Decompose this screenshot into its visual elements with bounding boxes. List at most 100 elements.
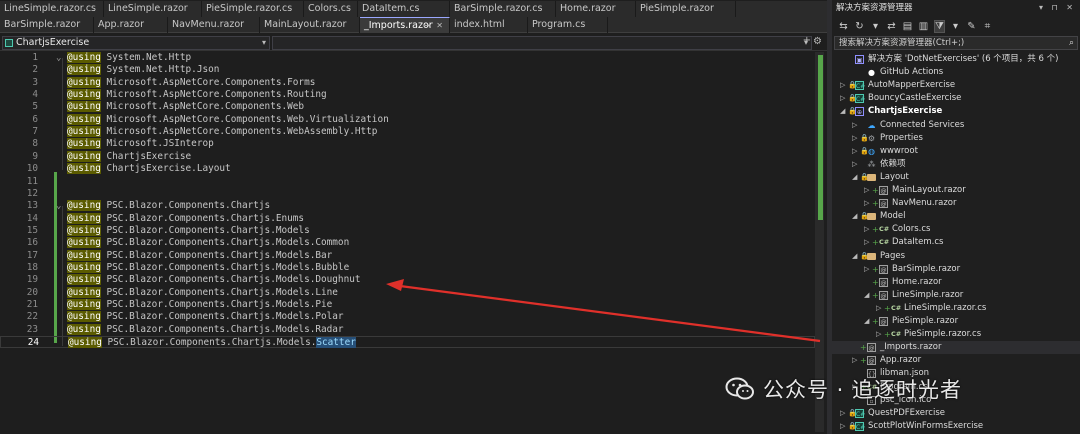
project-questpdf[interactable]: ▷ 🔒 C# QuestPDFExercise bbox=[832, 407, 1080, 420]
dependencies-node[interactable]: ▷ ⁂ 依赖项 bbox=[832, 158, 1080, 171]
project-dropdown[interactable]: ChartjsExercise ▾ bbox=[2, 36, 270, 50]
expand-arrow-icon[interactable]: ▷ bbox=[852, 354, 857, 367]
collapse-all-icon[interactable]: ▤ bbox=[902, 21, 913, 32]
document-tab[interactable]: PieSimple.razor.cs bbox=[202, 1, 304, 17]
fold-toggle-icon[interactable]: ⌄ bbox=[56, 200, 61, 212]
file-linesimple[interactable]: ◢ + @ LineSimple.razor bbox=[832, 289, 1080, 302]
code-line[interactable]: 2 @using System.Net.Http.Json bbox=[0, 64, 815, 76]
file-app[interactable]: ▷ + @ App.razor bbox=[832, 354, 1080, 367]
file-colors[interactable]: ▷ + C# Colors.cs bbox=[832, 223, 1080, 236]
expand-arrow-icon[interactable]: ▷ bbox=[864, 197, 869, 210]
code-line[interactable]: 5 @using Microsoft.AspNetCore.Components.… bbox=[0, 101, 815, 113]
document-tab[interactable]: Program.cs bbox=[528, 17, 608, 33]
file-home[interactable]: + @ Home.razor bbox=[832, 276, 1080, 289]
code-line[interactable]: 1 ⌄ @using System.Net.Http bbox=[0, 52, 815, 64]
github-actions-node[interactable]: ● GitHub Actions bbox=[832, 66, 1080, 79]
expand-arrow-icon[interactable]: ▷ bbox=[840, 92, 845, 105]
close-icon[interactable]: ✕ bbox=[436, 18, 443, 33]
explorer-search-input[interactable]: 搜索解决方案资源管理器(Ctrl+;) ⌕ bbox=[834, 36, 1078, 50]
expand-arrow-icon[interactable]: ▷ bbox=[840, 420, 845, 433]
connected-services-node[interactable]: ▷ ☁ Connected Services bbox=[832, 119, 1080, 132]
expand-arrow-icon[interactable]: ▷ bbox=[852, 158, 857, 171]
file-linesimple-cs[interactable]: ▷ + C# LineSimple.razor.cs bbox=[832, 302, 1080, 315]
code-line[interactable]: 4 @using Microsoft.AspNetCore.Components.… bbox=[0, 89, 815, 101]
code-line[interactable]: 15 @using PSC.Blazor.Components.Chartjs.M… bbox=[0, 224, 815, 237]
document-tab[interactable]: LineSimple.razor.cs bbox=[0, 1, 104, 17]
document-tab[interactable]: BarSimple.razor bbox=[0, 17, 94, 33]
code-line[interactable]: 11 bbox=[0, 176, 815, 188]
document-tab[interactable]: PieSimple.razor bbox=[636, 1, 736, 17]
show-all-files-icon[interactable]: ▥ bbox=[918, 21, 929, 32]
collapse-arrow-icon[interactable]: ◢ bbox=[840, 105, 845, 118]
document-tab[interactable]: NavMenu.razor bbox=[168, 17, 260, 33]
code-line[interactable]: 13 ⌄ @using PSC.Blazor.Components.Chartjs bbox=[0, 200, 815, 212]
code-line[interactable]: 16 @using PSC.Blazor.Components.Chartjs.M… bbox=[0, 237, 815, 249]
member-dropdown[interactable]: ▾ bbox=[272, 36, 812, 50]
expand-arrow-icon[interactable]: ▷ bbox=[864, 223, 869, 236]
collapse-arrow-icon[interactable]: ◢ bbox=[864, 315, 869, 328]
file-mainlayout[interactable]: ▷ + @ MainLayout.razor bbox=[832, 184, 1080, 197]
solution-node[interactable]: ▣ 解决方案 'DotNetExercises' (6 个项目，共 6 个) bbox=[832, 53, 1080, 66]
code-line[interactable]: 6 @using Microsoft.AspNetCore.Components.… bbox=[0, 113, 815, 126]
project-chartjs[interactable]: ◢ 🔒 ⊕ ChartjsExercise bbox=[832, 105, 1080, 118]
expand-arrow-icon[interactable]: ▷ bbox=[864, 184, 869, 197]
expand-arrow-icon[interactable]: ▷ bbox=[852, 145, 857, 158]
code-editor[interactable]: 1 ⌄ @using System.Net.Http 2 @using System.N… bbox=[0, 50, 827, 434]
properties-wrench-icon[interactable]: ✎ bbox=[966, 21, 977, 32]
filter-icon[interactable]: ⧩ bbox=[934, 19, 945, 33]
file-piesimple-cs[interactable]: ▷ + C# PieSimple.razor.cs bbox=[832, 328, 1080, 341]
switch-views-icon[interactable]: ⇆ bbox=[838, 21, 849, 32]
code-line[interactable]: 7 @using Microsoft.AspNetCore.Components.… bbox=[0, 126, 815, 138]
file-dataitem[interactable]: ▷ + C# DataItem.cs bbox=[832, 236, 1080, 249]
code-line[interactable]: 22 @using PSC.Blazor.Components.Chartjs.M… bbox=[0, 311, 815, 323]
history-icon[interactable]: ↻ bbox=[854, 21, 865, 32]
wwwroot-node[interactable]: ▷ 🔒 ◍ wwwroot bbox=[832, 145, 1080, 158]
collapse-arrow-icon[interactable]: ◢ bbox=[864, 289, 869, 302]
collapse-arrow-icon[interactable]: ◢ bbox=[852, 171, 857, 184]
expand-arrow-icon[interactable]: ▷ bbox=[864, 236, 869, 249]
document-tab[interactable]: _Imports.razor ⊶ ✕ bbox=[360, 17, 450, 33]
window-controls[interactable]: ▾ ⊓ ✕ bbox=[1039, 0, 1076, 16]
search-icon[interactable]: ⌕ bbox=[1069, 37, 1074, 49]
expand-arrow-icon[interactable]: ▷ bbox=[852, 132, 857, 145]
fold-toggle-icon[interactable]: ⌄ bbox=[56, 52, 61, 64]
code-line[interactable]: 9 @using ChartjsExercise bbox=[0, 150, 815, 163]
code-line[interactable]: 18 @using PSC.Blazor.Components.Chartjs.M… bbox=[0, 261, 815, 274]
preview-icon[interactable]: ⌗ bbox=[982, 21, 993, 32]
expand-arrow-icon[interactable]: ▷ bbox=[840, 79, 845, 92]
project-scottplot[interactable]: ▷ 🔒 C# ScottPlotWinFormsExercise bbox=[832, 420, 1080, 433]
code-line[interactable]: 12 bbox=[0, 188, 815, 200]
folder-model[interactable]: ◢ 🔒 Model bbox=[832, 210, 1080, 223]
code-line[interactable]: 14 @using PSC.Blazor.Components.Chartjs.E… bbox=[0, 212, 815, 225]
project-bouncycastle[interactable]: ▷ 🔒 C# BouncyCastleExercise bbox=[832, 92, 1080, 105]
folder-layout[interactable]: ◢ 🔒 Layout bbox=[832, 171, 1080, 184]
code-line[interactable]: 20 @using PSC.Blazor.Components.Chartjs.M… bbox=[0, 286, 815, 299]
sync-icon[interactable]: ⇄ bbox=[886, 21, 897, 32]
code-line[interactable]: 3 @using Microsoft.AspNetCore.Components.… bbox=[0, 76, 815, 89]
expand-arrow-icon[interactable]: ▷ bbox=[864, 263, 869, 276]
expand-arrow-icon[interactable]: ▷ bbox=[876, 302, 881, 315]
code-line[interactable]: 10 @using ChartjsExercise.Layout bbox=[0, 163, 815, 175]
document-tab[interactable]: App.razor bbox=[94, 17, 168, 33]
chevron-down-icon[interactable]: ▾ bbox=[950, 21, 961, 32]
document-tab[interactable]: MainLayout.razor bbox=[260, 17, 360, 33]
file-piesimple[interactable]: ◢ + @ PieSimple.razor bbox=[832, 315, 1080, 328]
pin-icon[interactable]: ⊶ bbox=[423, 18, 431, 33]
file-barsimple[interactable]: ▷ + @ BarSimple.razor bbox=[832, 263, 1080, 276]
expand-arrow-icon[interactable]: ▷ bbox=[852, 119, 857, 132]
document-tab[interactable]: index.html bbox=[450, 17, 528, 33]
code-line[interactable]: 19 @using PSC.Blazor.Components.Chartjs.M… bbox=[0, 274, 815, 286]
code-line[interactable]: 8 @using Microsoft.JSInterop bbox=[0, 138, 815, 150]
collapse-arrow-icon[interactable]: ◢ bbox=[852, 250, 857, 263]
file-navmenu[interactable]: ▷ + @ NavMenu.razor bbox=[832, 197, 1080, 210]
split-editor-icon[interactable]: + bbox=[803, 35, 811, 46]
collapse-arrow-icon[interactable]: ◢ bbox=[852, 210, 857, 223]
code-line[interactable]: 23 @using PSC.Blazor.Components.Chartjs.M… bbox=[0, 323, 815, 336]
document-tab[interactable]: Home.razor bbox=[556, 1, 636, 17]
expand-arrow-icon[interactable]: ▷ bbox=[840, 407, 845, 420]
code-line[interactable]: 17 @using PSC.Blazor.Components.Chartjs.M… bbox=[0, 249, 815, 262]
expand-arrow-icon[interactable]: ▷ bbox=[876, 328, 881, 341]
document-tab[interactable]: BarSimple.razor.cs bbox=[450, 1, 556, 17]
code-line[interactable]: 21 @using PSC.Blazor.Components.Chartjs.M… bbox=[0, 299, 815, 311]
chevron-down-icon[interactable]: ▾ bbox=[870, 21, 881, 32]
